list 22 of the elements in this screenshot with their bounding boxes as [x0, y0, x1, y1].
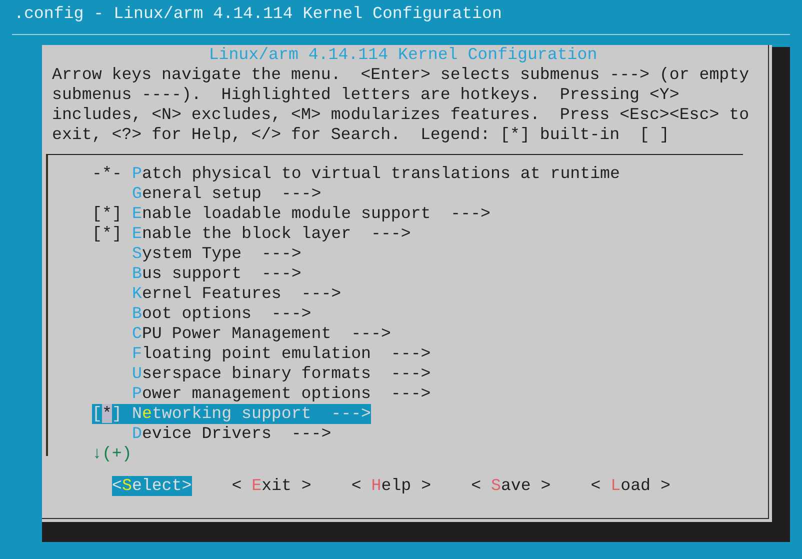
menu-item[interactable]: [*] Enable the block layer --->	[92, 224, 411, 244]
scroll-indicator: ↓(+)	[92, 444, 132, 463]
dialog-title: Linux/arm 4.14.114 Kernel Configuration	[208, 45, 598, 64]
menu-item[interactable]: Bus support --->	[92, 264, 302, 284]
dialog-button[interactable]: < Exit >	[232, 476, 312, 496]
dialog-button[interactable]: < Load >	[590, 476, 670, 496]
menu-item[interactable]: Userspace binary formats --->	[92, 364, 431, 384]
menu-item[interactable]: Device Drivers --->	[92, 424, 332, 444]
menu-item[interactable]: CPU Power Management --->	[92, 324, 391, 344]
menu-item[interactable]: [*] Enable loadable module support --->	[92, 204, 490, 224]
menu-item[interactable]: -*- Patch physical to virtual translations at runtime	[92, 164, 620, 184]
menu-item[interactable]: Boot options --->	[92, 304, 312, 324]
dialog-button[interactable]: < Save >	[471, 476, 551, 496]
menu-item[interactable]: Floating point emulation --->	[92, 344, 431, 364]
menu-item[interactable]: Kernel Features --->	[92, 284, 342, 304]
menu-item[interactable]: [*] Networking support --->	[92, 404, 372, 424]
help-text: Arrow keys navigate the menu. <Enter> selects submenus ---> (or empty submenus ----). Highlighted letters are hotkeys. Pressing <Y> includes, <N> excludes, <M> modularizes features. Press <Esc><Esc> to exit, <?> for Help, </> for Search. Legend: [*] built-in [ ]	[51, 65, 750, 145]
menu-item[interactable]: System Type --->	[92, 244, 302, 264]
menu-item[interactable]: Power management options --->	[92, 384, 431, 404]
menu-item[interactable]: General setup --->	[92, 184, 322, 204]
window-title: .config - Linux/arm 4.14.114 Kernel Configuration	[14, 4, 502, 23]
dialog-button[interactable]: < Help >	[351, 476, 432, 496]
